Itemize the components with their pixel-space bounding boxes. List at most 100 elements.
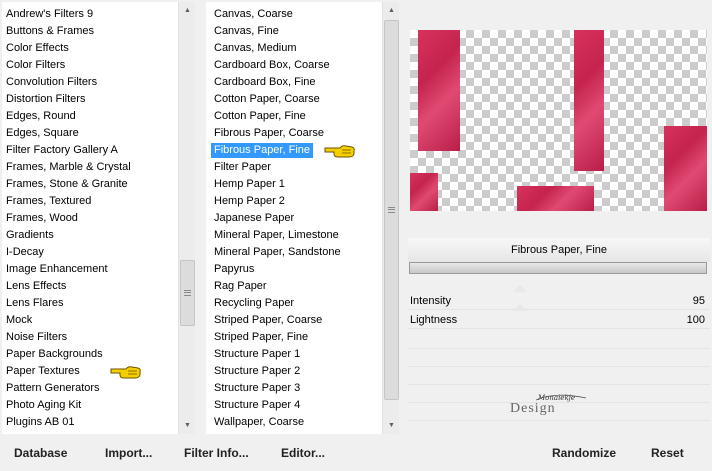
list-item[interactable]: Cotton Paper, Fine [206,108,383,125]
list-item[interactable]: Edges, Round [2,108,179,125]
list-item[interactable]: Striped Paper, Fine [206,329,383,346]
slider-marker-icon[interactable] [513,304,527,311]
list-item-label: Striped Paper, Fine [214,331,309,343]
list-item[interactable]: Fibrous Paper, Coarse [206,125,383,142]
list-item[interactable]: Structure Paper 1 [206,346,383,363]
list-item-label: Cardboard Box, Fine [214,76,316,88]
list-item[interactable]: Wallpaper, Coarse [206,414,383,431]
list-item[interactable]: Color Filters [2,57,179,74]
category-items: Andrew's Filters 9 Buttons & Frames Color … [2,6,179,431]
list-item-label: Striped Paper, Coarse [214,314,323,326]
scroll-up-arrow-icon[interactable]: ▲ [384,3,399,18]
list-item[interactable]: Mock [2,312,179,329]
import-button[interactable]: Import... [105,444,152,462]
list-item[interactable]: Buttons & Frames [2,23,179,40]
list-item[interactable]: Paper Textures [2,363,179,380]
scroll-up-arrow-icon[interactable]: ▲ [180,3,195,18]
list-item-label: Noise Filters [6,331,68,343]
list-item[interactable]: Filter Factory Gallery A [2,142,179,159]
filter-list[interactable]: Canvas, Coarse Canvas, Fine Canvas, Medium… [206,2,399,434]
list-item[interactable]: Filter Paper [206,159,383,176]
list-item[interactable]: Papyrus [206,261,383,278]
list-item[interactable]: Frames, Textured [2,193,179,210]
list-item[interactable]: Canvas, Coarse [206,6,383,23]
list-item[interactable]: Andrew's Filters 9 [2,6,179,23]
param-row-lightness[interactable]: Lightness 100 [408,304,710,329]
list-item[interactable]: Plugins AB 01 [2,414,179,431]
list-item-label: Buttons & Frames [6,25,95,37]
list-item[interactable]: Color Effects [2,40,179,57]
list-item[interactable]: Hemp Paper 1 [206,176,383,193]
list-item[interactable]: Recycling Paper [206,295,383,312]
slider-marker-icon[interactable] [513,285,527,292]
list-item[interactable]: Fibrous Paper, Fine [206,142,383,159]
param-row-divider [408,348,710,349]
list-item[interactable]: Photo Aging Kit [2,397,179,414]
preview-image[interactable] [410,30,707,211]
list-item[interactable]: Structure Paper 4 [206,397,383,414]
list-item[interactable]: Lens Flares [2,295,179,312]
list-item-label: Structure Paper 2 [214,365,301,377]
scroll-down-arrow-icon[interactable]: ▼ [384,418,399,433]
list-item[interactable]: I-Decay [2,244,179,261]
list-item[interactable]: Lens Effects [2,278,179,295]
list-item[interactable]: Rag Paper [206,278,383,295]
list-item[interactable]: Hemp Paper 2 [206,193,383,210]
list-item-label: Mock [6,314,33,326]
list-item[interactable]: Structure Paper 2 [206,363,383,380]
progress-bar [409,262,707,274]
list-item[interactable]: Paper Backgrounds [2,346,179,363]
list-item[interactable]: Striped Paper, Coarse [206,312,383,329]
param-row-divider [408,384,710,385]
list-item[interactable]: Cardboard Box, Fine [206,74,383,91]
randomize-button[interactable]: Randomize [552,444,616,462]
list-item-label: Rag Paper [214,280,267,292]
list-item[interactable]: Frames, Stone & Granite [2,176,179,193]
list-item-label: Frames, Marble & Crystal [6,161,131,173]
list-item[interactable]: Canvas, Fine [206,23,383,40]
list-item[interactable]: Cotton Paper, Coarse [206,91,383,108]
list-item[interactable]: Frames, Marble & Crystal [2,159,179,176]
param-label: Lightness [410,314,458,326]
list-item-label: Canvas, Coarse [214,8,293,20]
editor-button[interactable]: Editor... [281,444,325,462]
list-item[interactable]: Distortion Filters [2,91,179,108]
database-button[interactable]: Database [14,444,67,462]
scroll-thumb[interactable] [180,260,195,326]
list-item-label: Lens Effects [6,280,67,292]
design-logo: Monaiekje Design [510,394,587,416]
list-item-label: Edges, Square [6,127,79,139]
list-item[interactable]: Japanese Paper [206,210,383,227]
list-item-label: Structure Paper 4 [214,399,301,411]
category-scrollbar[interactable]: ▲ ▼ [178,2,195,434]
filter-info-button[interactable]: Filter Info... [184,444,249,462]
list-item[interactable]: Noise Filters [2,329,179,346]
list-item[interactable]: Convolution Filters [2,74,179,91]
list-item[interactable]: Mineral Paper, Limestone [206,227,383,244]
list-item-label: Japanese Paper [214,212,295,224]
filter-scrollbar[interactable]: ▲ ▼ [382,2,399,434]
list-item-label: Convolution Filters [6,76,98,88]
list-item[interactable]: Frames, Wood [2,210,179,227]
grip-icon [184,290,191,296]
reset-button[interactable]: Reset [651,444,684,462]
list-item[interactable]: Mineral Paper, Sandstone [206,244,383,261]
list-item[interactable]: Image Enhancement [2,261,179,278]
list-item[interactable]: Edges, Square [2,125,179,142]
category-list[interactable]: Andrew's Filters 9 Buttons & Frames Color … [2,2,195,434]
list-item-label: Andrew's Filters 9 [6,8,94,20]
list-item-label: Photo Aging Kit [6,399,82,411]
list-item-label: Papyrus [214,263,255,275]
scroll-down-arrow-icon[interactable]: ▼ [180,418,195,433]
param-row-intensity[interactable]: Intensity 95 [408,285,710,310]
list-item[interactable]: Pattern Generators [2,380,179,397]
preview-strip [664,126,707,211]
list-item[interactable]: Canvas, Medium [206,40,383,57]
scroll-thumb[interactable] [384,20,399,400]
list-item-label: Cotton Paper, Fine [214,110,306,122]
pointing-hand-icon [324,142,356,160]
grip-icon [388,207,395,213]
list-item[interactable]: Gradients [2,227,179,244]
list-item[interactable]: Cardboard Box, Coarse [206,57,383,74]
list-item[interactable]: Structure Paper 3 [206,380,383,397]
